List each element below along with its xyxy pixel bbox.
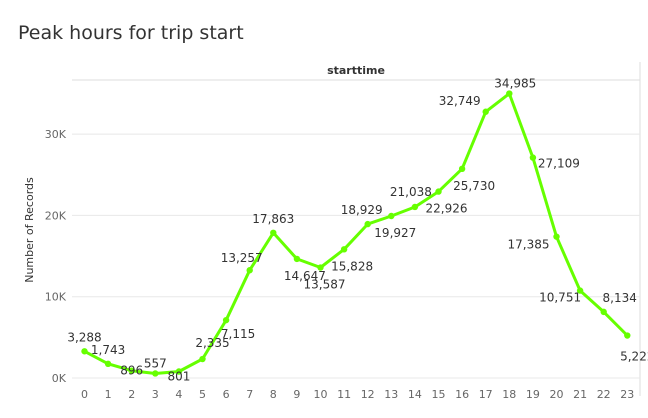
- x-tick-label: 4: [175, 388, 182, 401]
- column-header: starttime: [327, 64, 385, 77]
- x-tick-label: 13: [384, 388, 398, 401]
- data-point[interactable]: [553, 233, 560, 240]
- chart-area: starttime 0K 10K 20K 30K Number of Records 0 1 2…: [0, 0, 648, 414]
- data-label: 7,115: [221, 327, 255, 341]
- data-label: 19,927: [374, 226, 416, 240]
- y-tick-label: 30K: [45, 128, 67, 141]
- x-tick-label: 8: [270, 388, 277, 401]
- y-tick-label: 10K: [45, 291, 67, 304]
- x-tick-label: 1: [105, 388, 112, 401]
- data-label: 10,751: [539, 291, 581, 305]
- x-tick-label: 7: [246, 388, 253, 401]
- data-label: 21,038: [390, 185, 432, 199]
- data-point[interactable]: [152, 370, 159, 377]
- data-label: 27,109: [538, 157, 580, 171]
- data-label: 13,257: [221, 251, 263, 265]
- data-point[interactable]: [411, 203, 419, 211]
- data-point[interactable]: [246, 267, 253, 274]
- data-point[interactable]: [364, 220, 371, 228]
- x-tick-label: 21: [573, 388, 587, 401]
- data-label: 22,926: [426, 202, 468, 216]
- data-point[interactable]: [529, 154, 537, 161]
- series-line: [83, 92, 629, 375]
- label-layer: 3,2881,7438965578012,3357,11513,25717,86…: [67, 77, 648, 384]
- x-tick-label: 20: [550, 388, 564, 401]
- data-label: 801: [167, 369, 190, 383]
- data-point[interactable]: [199, 355, 206, 363]
- data-label: 25,730: [453, 179, 495, 193]
- data-label: 557: [144, 356, 167, 370]
- x-tick-label: 22: [597, 388, 611, 401]
- x-tick-label: 2: [128, 388, 135, 401]
- data-point[interactable]: [458, 165, 466, 173]
- line-chart: starttime0K10K20K30KNumber of Records0 1 2…: [23, 62, 648, 401]
- x-tick-label: 3: [152, 388, 159, 401]
- data-point[interactable]: [270, 229, 277, 236]
- data-point[interactable]: [506, 90, 513, 97]
- data-label: 1,743: [91, 343, 125, 357]
- x-tick-label: 18: [502, 388, 516, 401]
- x-tick-label: 19: [526, 388, 540, 401]
- x-tick-label: 17: [479, 388, 493, 401]
- data-point[interactable]: [435, 188, 442, 195]
- data-point[interactable]: [482, 108, 489, 115]
- x-tick-label: 16: [455, 388, 469, 401]
- x-tick-label: 6: [223, 388, 230, 401]
- x-tick-label: 12: [361, 388, 375, 401]
- data-point[interactable]: [340, 246, 348, 253]
- data-point[interactable]: [600, 308, 607, 316]
- data-label: 17,385: [508, 238, 550, 252]
- data-label: 32,749: [439, 94, 481, 108]
- data-label: 18,929: [341, 203, 383, 217]
- x-tick-label: 15: [432, 388, 446, 401]
- y-axis-title: Number of Records: [23, 177, 36, 283]
- x-tick-label: 11: [337, 388, 351, 401]
- data-label: 896: [120, 364, 143, 378]
- data-label: 17,863: [252, 212, 294, 226]
- x-tick-label: 0: [81, 388, 88, 401]
- data-label: 34,985: [494, 77, 536, 91]
- data-point[interactable]: [388, 212, 395, 220]
- data-point[interactable]: [222, 316, 230, 324]
- x-tick-label: 10: [314, 388, 328, 401]
- data-label: 15,828: [331, 259, 373, 273]
- data-point[interactable]: [293, 255, 301, 263]
- x-tick-label: 14: [408, 388, 422, 401]
- x-tick-label: 9: [293, 388, 300, 401]
- y-tick-label: 20K: [45, 209, 67, 222]
- data-label: 8,134: [603, 291, 637, 305]
- data-label: 5,222: [620, 350, 648, 364]
- data-point[interactable]: [104, 360, 112, 368]
- x-tick-label: 23: [620, 388, 634, 401]
- data-point[interactable]: [624, 332, 631, 339]
- data-point[interactable]: [81, 348, 88, 355]
- data-label: 13,587: [304, 278, 346, 292]
- y-tick-label: 0K: [52, 372, 67, 385]
- line-layer: [81, 90, 631, 377]
- x-tick-label: 5: [199, 388, 206, 401]
